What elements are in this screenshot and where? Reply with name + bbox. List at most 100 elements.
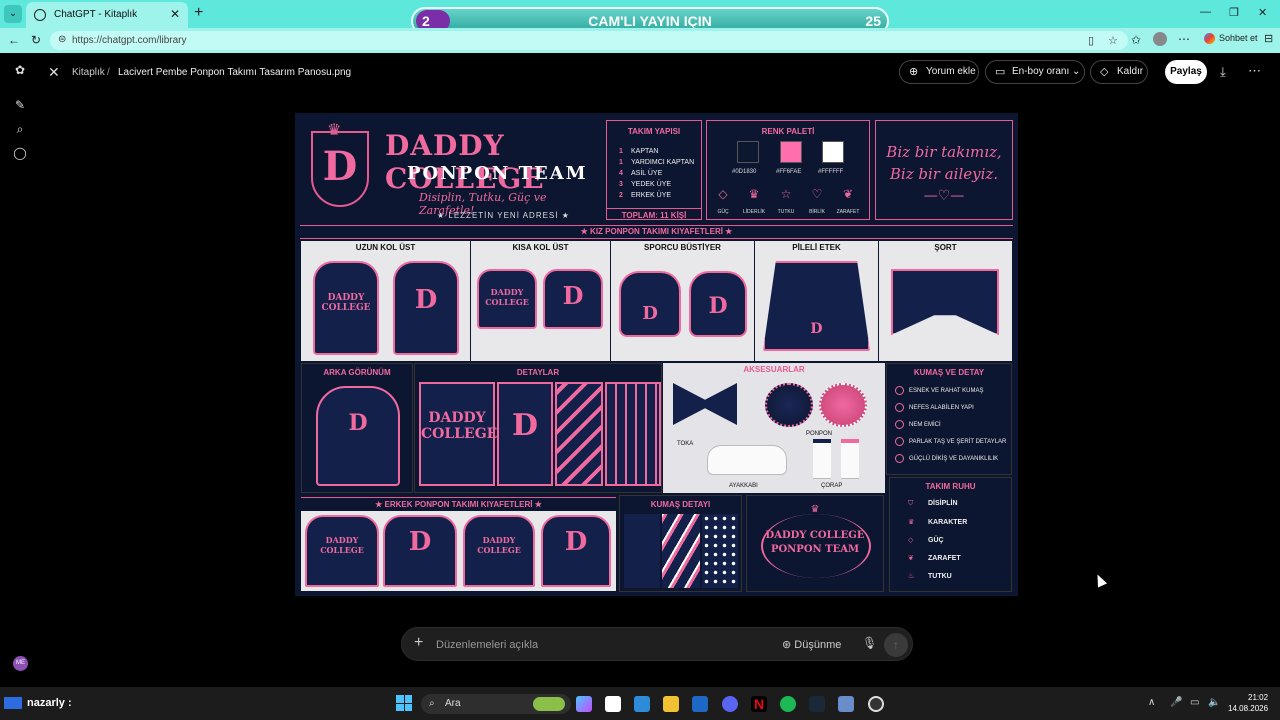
store-app-icon[interactable] [634,696,650,712]
fabric-item: ESNEK VE RAHAT KUMAŞ [895,386,983,395]
search-icon[interactable]: ⌕ [12,122,28,138]
fabric-label: PARLAK TAŞ VE ŞERİT DETAYLAR [909,439,1007,446]
sidebar-toggle-icon[interactable]: ⊟ [1264,32,1273,45]
bookmark-star-icon[interactable]: ☆ [1108,34,1118,47]
close-tab-icon[interactable]: ✕ [170,7,180,21]
accessory-label: AYAKKABI [729,483,758,489]
garment-back: D [316,386,400,486]
slogan-panel: Biz bir takımız, Biz bir aileyiz. —♡— [875,120,1013,220]
detail-crest: D [497,382,553,486]
sports-bra-cell: SPORCU BÜSTİYER D D [611,241,754,361]
fabric-label: NEFES ALABİLEN YAPI [909,405,974,412]
aspect-ratio-button[interactable]: ▭ En-boy oranı ⌄ [985,60,1085,84]
garment-letter: D [810,321,823,337]
accessory-label: PONPON [806,431,833,437]
browser-tab[interactable]: ChatGPT - Kitaplık ✕ [26,2,188,28]
netflix-icon[interactable]: N [751,696,767,712]
edit-input[interactable]: Düzenlemeleri açıkla [436,639,538,651]
value-label: BİRLİK [809,209,825,215]
tray-overflow-icon[interactable]: ∧ [1148,697,1155,708]
browser-app-icon[interactable] [868,696,884,712]
profile-avatar[interactable] [1153,32,1167,46]
breadcrumb-library[interactable]: Kitaplık [72,67,105,78]
hair-bow [673,383,737,425]
chatgpt-favicon-icon [34,9,46,21]
design-board-image: ♛ D DADDY COLLEGE PONPON TEAM Disiplin, … [295,113,1018,596]
roster-row: 1 KAPTAN [619,148,659,155]
discord-icon[interactable] [722,696,738,712]
copilot-chat-button[interactable]: Sohbet et [1204,33,1258,45]
boys-garment: DADDY COLLEGE [463,515,535,587]
brand-title: DADDY COLLEGE [385,129,545,195]
file-explorer-icon[interactable] [663,696,679,712]
send-button[interactable]: ↑ [884,633,908,657]
url-text: https://chatgpt.com/library [72,35,187,46]
file-app-icon[interactable] [605,696,621,712]
tab-list-button[interactable]: ⌄ [4,5,22,23]
share-button[interactable]: Paylaş [1165,60,1207,84]
address-bar[interactable]: ⊜ https://chatgpt.com/library ▯ ☆ [50,31,1128,50]
spirit-label: ZARAFET [928,555,961,562]
app-icon[interactable] [838,696,854,712]
add-comment-button[interactable]: ⊕ Yorum ekle [899,60,979,84]
fabric-bullet-icon [895,437,904,446]
fabric-bullet-icon [895,386,904,395]
site-info-icon[interactable]: ⊜ [58,34,66,45]
more-options-icon[interactable]: ⋯ [1248,63,1261,79]
color-code: #0D1830 [732,169,757,175]
taskbar-user-widget[interactable]: nazarly : [4,697,72,710]
tray-mic-icon[interactable]: 🎤 [1170,697,1182,708]
boys-garment: D [541,515,611,587]
roster-row: 1 YARDIMCI KAPTAN [619,159,694,166]
detail-pleats [605,382,661,486]
garment-letter: D [408,527,432,557]
user-avatar[interactable]: ME [13,656,28,671]
start-button[interactable] [396,695,412,711]
volume-icon[interactable]: 🔈 [1208,697,1220,708]
reader-icon[interactable]: ▯ [1088,34,1094,47]
download-icon[interactable]: ⤓ [1220,64,1226,80]
copilot-icon [1204,33,1215,45]
taskbar-search[interactable]: ⌕ Ara [421,694,571,714]
spotify-icon[interactable] [780,696,796,712]
reload-icon[interactable]: ↻ [31,33,41,47]
brand-tagline: ★ LEZZETİN YENİ ADRESİ ★ [437,211,570,220]
window-close-icon[interactable]: ✕ [1258,6,1267,19]
new-chat-icon[interactable]: ✎ [12,98,28,114]
copilot-app-icon[interactable] [576,696,592,712]
system-clock[interactable]: 21:02 14.08.2026 [1228,692,1268,714]
new-tab-icon[interactable]: + [194,4,203,22]
accessory-label: ÇORAP [821,483,843,489]
edit-composer: + Düzenlemeleri açıkla ⊛ Düşünme 🎙 ↑ [401,627,913,661]
think-toggle[interactable]: ⊛ Düşünme [782,638,841,651]
network-icon[interactable]: ▭ [1190,697,1199,708]
roster-role: ERKEK ÜYE [631,192,672,199]
garment-back: D [689,271,747,337]
browser-menu-icon[interactable]: ⋯ [1178,32,1190,46]
chat-bubble-icon[interactable]: ◯ [12,146,28,162]
add-attachment-icon[interactable]: + [414,634,423,652]
color-swatch-navy [737,141,759,163]
outlook-icon[interactable] [692,696,708,712]
minimize-icon[interactable]: — [1200,6,1211,18]
spirit-item: ◇ GÜÇ [908,536,944,544]
restore-icon[interactable]: ❐ [1229,6,1239,19]
favorites-icon[interactable]: ✩ [1131,33,1141,47]
fabric-bullet-icon [895,454,904,463]
sock-2 [841,439,859,479]
taskbar-search-label: Ara [445,698,461,709]
aspect-ratio-label: En-boy oranı [1012,66,1070,77]
team-structure-title: TAKIM YAPISI [627,127,681,136]
spirit-item: ⛉ DİSİPLİN [908,500,958,508]
close-viewer-icon[interactable]: ✕ [48,64,60,81]
back-icon[interactable]: ← [8,33,20,47]
garment-front: DADDY COLLEGE [477,269,537,329]
openai-logo-icon[interactable]: ✿ [12,63,28,79]
microphone-icon[interactable]: 🎙 [862,636,877,650]
steam-icon[interactable] [809,696,825,712]
roster-total: TOPLAM: 11 KİŞİ [607,208,701,220]
remove-button[interactable]: ◇ Kaldır [1090,60,1148,84]
brand-header: ♛ D DADDY COLLEGE PONPON TEAM Disiplin, … [299,117,605,223]
sneakers [707,445,787,475]
spirit-label: GÜÇ [928,537,944,544]
